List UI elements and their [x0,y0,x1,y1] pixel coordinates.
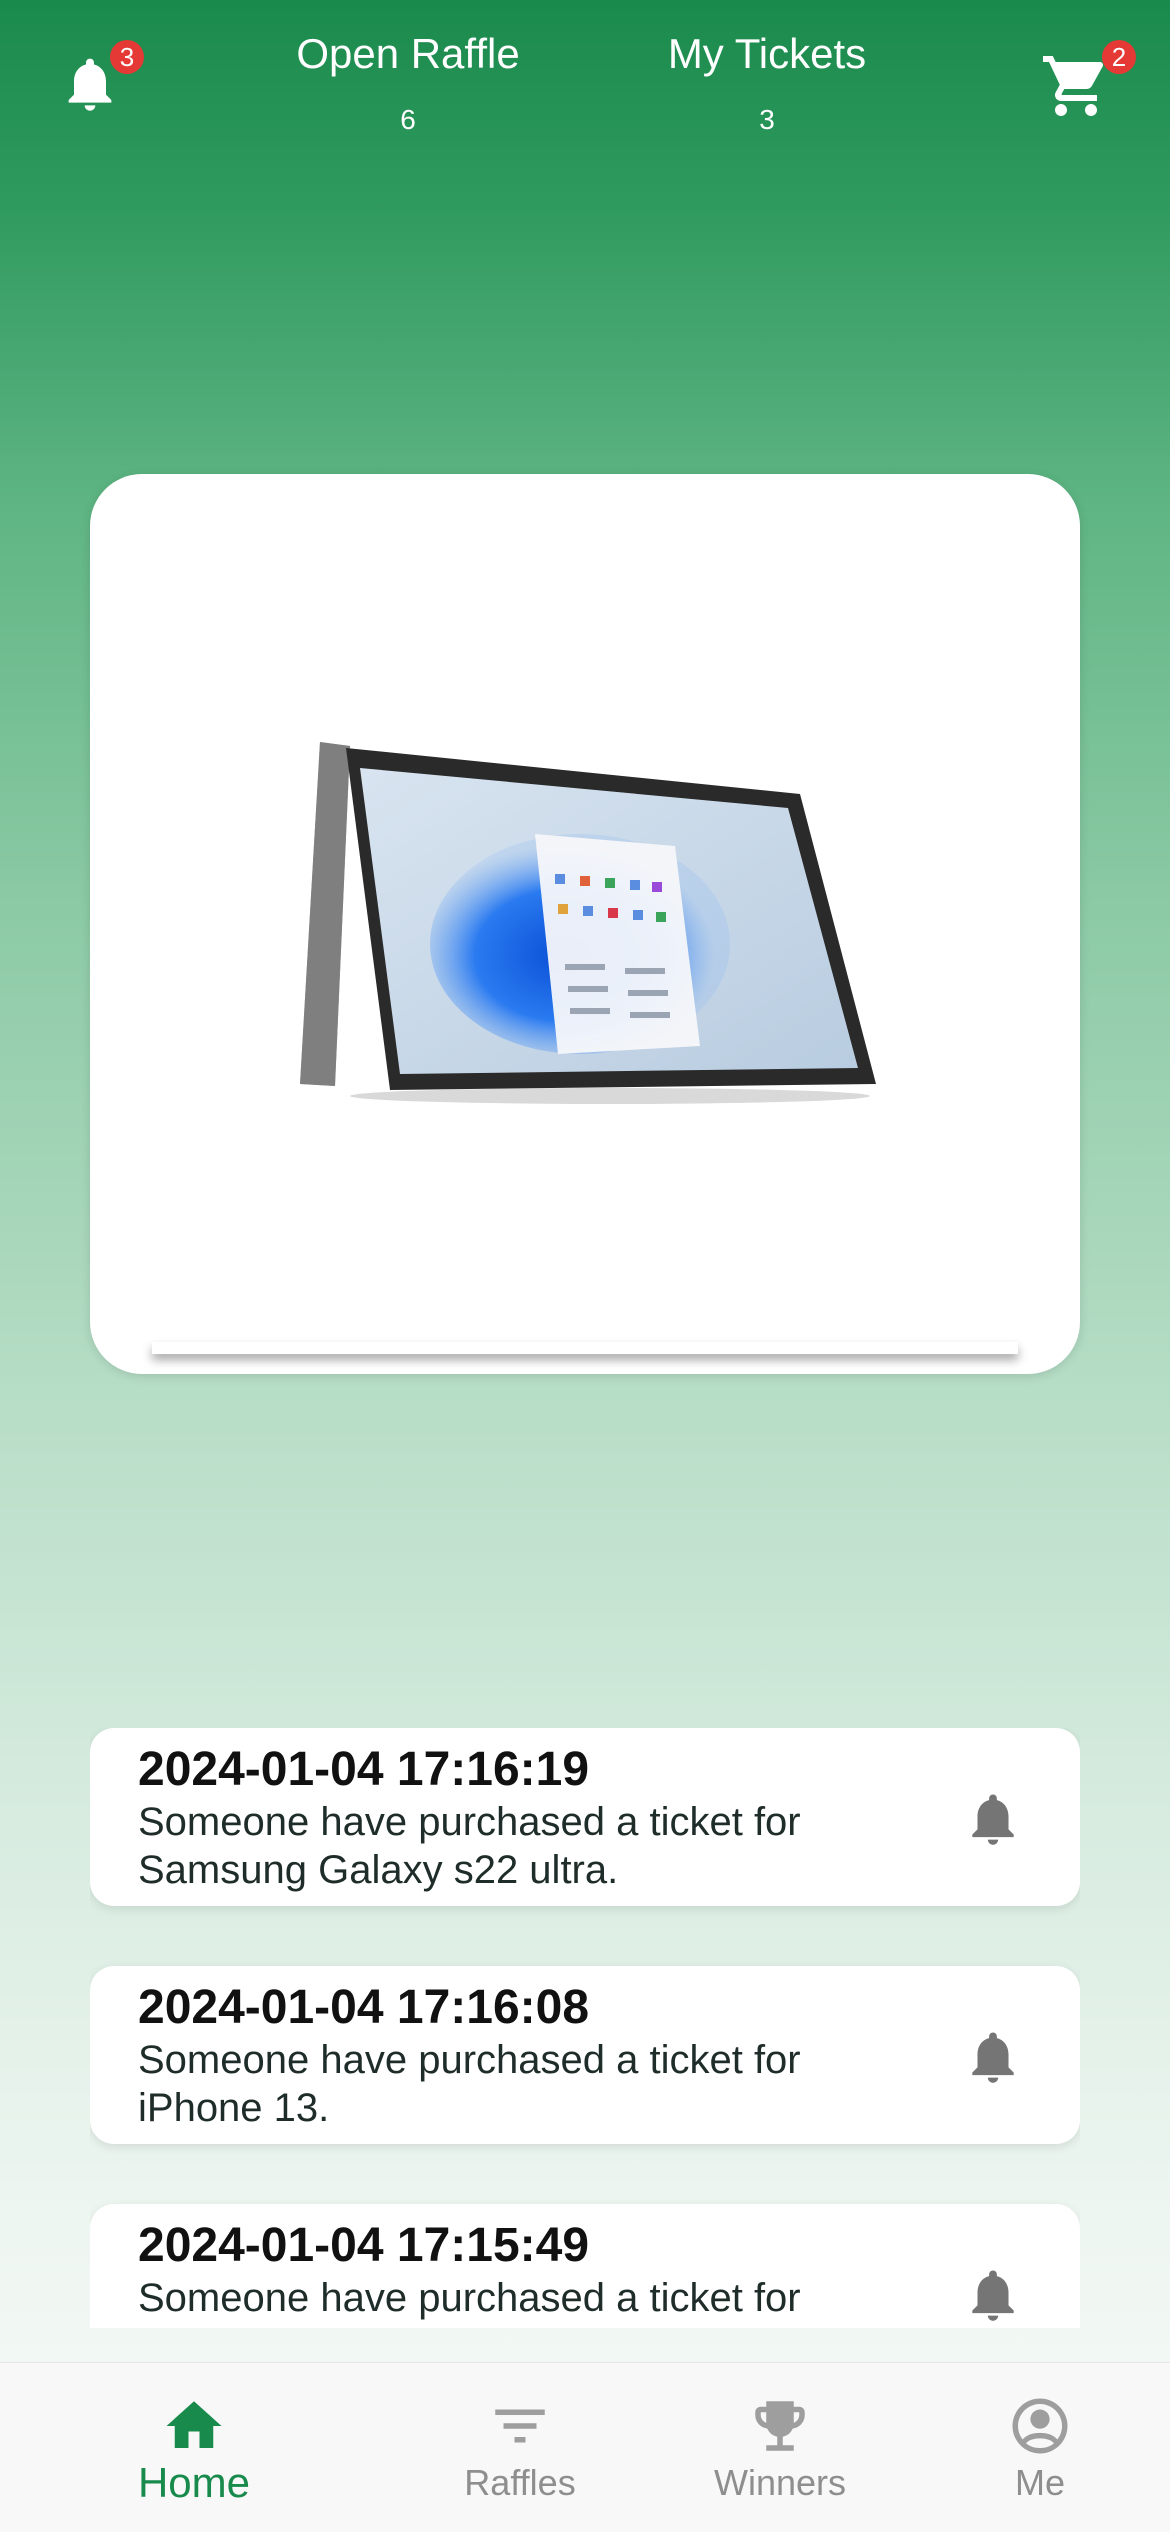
tab-my-tickets-label: My Tickets [667,30,867,77]
feed-item-message: Someone have purchased a ticket for iPho… [138,2276,801,2328]
tab-open-raffle-label: Open Raffle [296,30,520,77]
feed-item-message: Someone have purchased a ticket for iPho… [138,2038,801,2130]
bell-icon [972,1794,1014,1845]
nav-raffles[interactable]: Raffles [410,2393,630,2505]
feed-item[interactable]: 2024-01-04 17:16:19 Someone have purchas… [90,1728,1080,1906]
home-icon [166,2401,222,2448]
nav-me-label: Me [1014,2462,1065,2503]
trophy-icon [755,2401,805,2451]
tab-open-raffle-count: 6 [400,104,416,135]
nav-home-label: Home [137,2459,251,2506]
feed-item[interactable]: 2024-01-04 17:15:49 Someone have purchas… [90,2204,1080,2328]
bottom-navigation: Home Raffles Winners Me [0,2362,1170,2532]
nav-winners[interactable]: Winners [670,2393,890,2505]
cart-button[interactable]: 2 [1040,40,1136,126]
feed-item-time: 2024-01-04 17:15:49 [138,2219,590,2272]
laptop-product-image [300,742,876,1104]
nav-home[interactable]: Home [84,2393,304,2505]
feed-item-message: Someone have purchased a ticket for Sams… [138,1800,801,1892]
tab-my-tickets[interactable]: My Tickets 3 [617,28,917,138]
top-header: 3 Open Raffle 6 My Tickets 3 2 [0,0,1170,170]
bell-icon [972,2032,1014,2083]
account-icon [1012,2398,1068,2454]
nav-raffles-label: Raffles [464,2462,576,2503]
tab-open-raffle[interactable]: Open Raffle 6 [258,28,558,138]
nav-me[interactable]: Me [930,2393,1150,2505]
carousel-indicator-bar [152,1342,1018,1354]
nav-winners-label: Winners [713,2462,847,2503]
notifications-badge: 3 [110,40,144,74]
activity-feed: 2024-01-04 17:16:19 Someone have purchas… [90,1728,1080,2328]
bell-icon [972,2270,1014,2321]
feed-item-time: 2024-01-04 17:16:19 [138,1743,590,1796]
cart-badge: 2 [1102,40,1136,74]
filter-icon [495,2409,545,2443]
cart-icon [1043,56,1104,116]
featured-raffle-card[interactable] [90,474,1080,1374]
feed-item-time: 2024-01-04 17:16:08 [138,1981,590,2034]
feed-item[interactable]: 2024-01-04 17:16:08 Someone have purchas… [90,1966,1080,2144]
tab-my-tickets-count: 3 [759,104,775,135]
notifications-button[interactable]: 3 [58,40,144,126]
